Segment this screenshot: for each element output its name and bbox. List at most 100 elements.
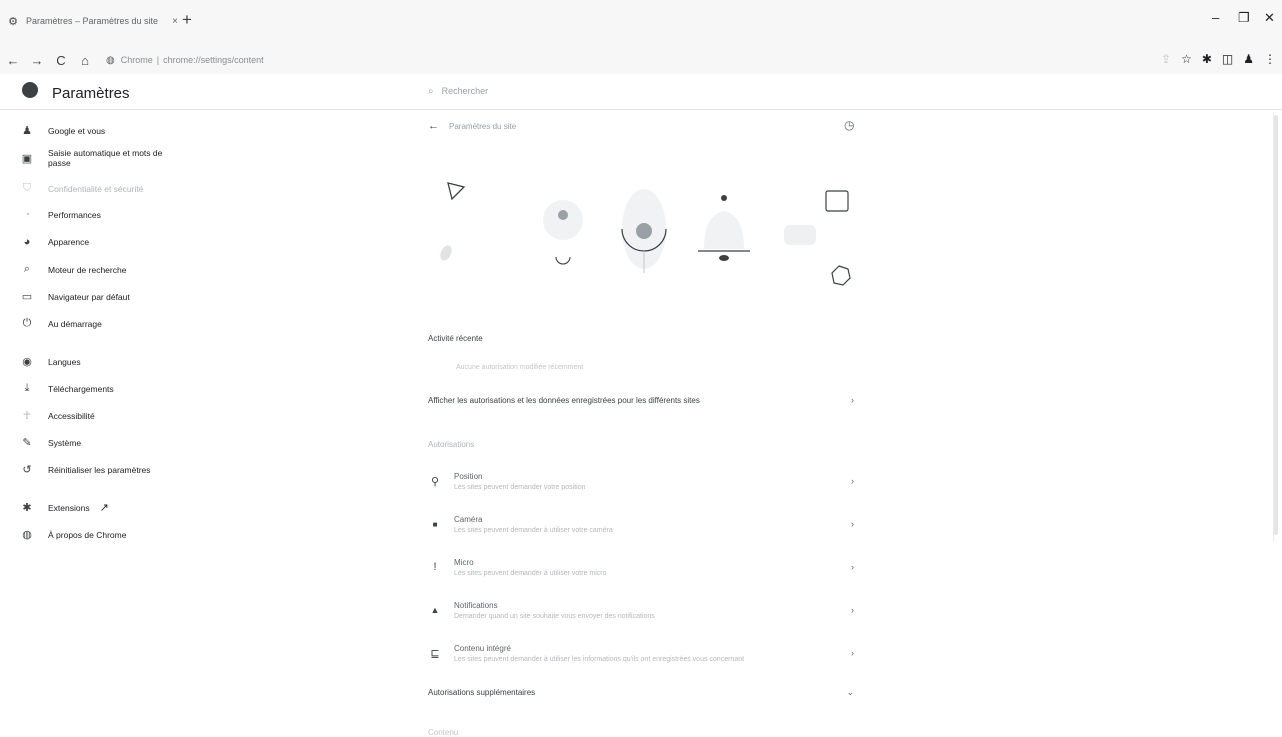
- bell-body: [704, 211, 744, 249]
- triangle-shape: [447, 182, 466, 201]
- permission-subtitle: Les sites peuvent demander votre positio…: [454, 483, 586, 491]
- browser-icon: ▭: [21, 291, 33, 303]
- permission-title: Contenu intégré: [454, 643, 511, 653]
- bell-clapper: [719, 255, 729, 261]
- all-sites-link[interactable]: Afficher les autorisations et les donnée…: [428, 395, 854, 405]
- sidebar-item-appearance[interactable]: ◕ Apparence: [18, 236, 89, 248]
- chevron-right-icon: ›: [851, 648, 854, 658]
- sidebar-item-performance[interactable]: ◔ Performances: [18, 209, 101, 221]
- reset-icon: ↺: [22, 464, 32, 476]
- location-base: [555, 256, 571, 265]
- permission-subtitle: Demander quand un site souhaite vous env…: [454, 612, 655, 620]
- external-link-icon: ↗: [99, 502, 109, 514]
- sidebar-item-label: Confidentialité et sécurité: [48, 183, 144, 194]
- bell-top: [721, 195, 727, 201]
- omnibox-url: chrome://settings/content: [163, 55, 264, 65]
- permission-row-notifications[interactable]: ▲ Notifications Demander quand un site s…: [428, 595, 854, 625]
- sidebar-item-search-engine[interactable]: ⌕ Moteur de recherche: [18, 263, 127, 276]
- help-icon[interactable]: ◷: [844, 118, 854, 132]
- search-icon: ⌕: [428, 85, 434, 97]
- sidebar-item-label: Réinitialiser les paramètres: [48, 464, 151, 475]
- permission-row-location[interactable]: ⚲ Position Les sites peuvent demander vo…: [428, 466, 854, 496]
- permission-subtitle: Les sites peuvent demander à utiliser vo…: [454, 526, 613, 534]
- sidebar-item-label: Système: [48, 437, 82, 448]
- sidebar-item-downloads[interactable]: ⤓ Téléchargements: [18, 382, 114, 395]
- all-sites-label: Afficher les autorisations et les donnée…: [428, 395, 700, 405]
- sidebar-item-label: À propos de Chrome: [48, 529, 127, 540]
- scrollbar-thumb[interactable]: [1274, 115, 1278, 535]
- permission-row-microphone[interactable]: ! Micro Les sites peuvent demander à uti…: [428, 552, 854, 582]
- sidebar-item-label: Performances: [48, 210, 101, 220]
- sidebar-item-reset[interactable]: ↺ Réinitialiser les paramètres: [18, 463, 151, 476]
- sidebar-item-label: Google et vous: [48, 125, 106, 136]
- additional-permissions-label: Autorisations supplémentaires: [428, 688, 536, 697]
- accessibility-icon: ☥: [22, 410, 32, 422]
- minimize-button[interactable]: –: [1212, 10, 1219, 25]
- microphone-icon: !: [433, 561, 437, 573]
- recent-activity-title: Activité récente: [428, 334, 483, 343]
- side-panel-icon[interactable]: ◫: [1222, 52, 1233, 66]
- location-icon: ⚲: [430, 475, 440, 488]
- omnibox-site-label: Chrome: [120, 55, 153, 65]
- sidebar-item-on-startup[interactable]: ⏻ Au démarrage: [18, 317, 102, 330]
- permission-row-embedded-content[interactable]: ⊑ Contenu intégré Les sites peuvent dema…: [428, 638, 854, 668]
- reload-button[interactable]: C: [50, 53, 72, 68]
- permission-row-camera[interactable]: ■ Caméra Les sites peuvent demander à ut…: [428, 509, 854, 539]
- sidebar-item-privacy[interactable]: ⛉ Confidentialité et sécurité: [18, 182, 144, 195]
- menu-icon[interactable]: ⋮: [1264, 52, 1276, 66]
- sidebar-item-default-browser[interactable]: ▭ Navigateur par défaut: [18, 290, 130, 303]
- chevron-down-icon: ⌄: [846, 687, 854, 697]
- sidebar-item-label: Moteur de recherche: [48, 264, 127, 275]
- subpage-header: ← Paramètres du site: [428, 120, 516, 132]
- sidebar-item-languages[interactable]: ◉ Langues: [18, 355, 81, 368]
- settings-search-input[interactable]: ⌕ Rechercher: [428, 80, 858, 102]
- chevron-right-icon: ›: [851, 519, 854, 529]
- extensions-icon[interactable]: ✱: [1202, 52, 1212, 66]
- address-bar[interactable]: ◍ Chrome | chrome://settings/content: [106, 55, 264, 66]
- permission-title: Caméra: [454, 514, 483, 524]
- new-tab-button[interactable]: +: [182, 10, 192, 30]
- speedometer-icon: ◔: [23, 209, 31, 221]
- browser-tab[interactable]: ⚙ Paramètres – Paramètres du site ×: [6, 2, 181, 40]
- back-arrow-icon[interactable]: ←: [428, 120, 439, 132]
- page-title: Paramètres: [52, 85, 130, 102]
- search-icon: ⌕: [23, 263, 31, 275]
- globe-icon: ◉: [22, 356, 32, 368]
- back-button[interactable]: ←: [2, 53, 24, 68]
- embedded-content-icon: ⊑: [430, 647, 440, 660]
- restore-button[interactable]: ❐: [1238, 10, 1250, 26]
- chevron-right-icon: ›: [851, 476, 854, 486]
- sidebar-item-autofill[interactable]: ▣ Saisie automatique et mots de passe: [18, 148, 168, 168]
- shield-icon: ⛉: [22, 182, 32, 194]
- tab-close-icon[interactable]: ×: [169, 16, 181, 27]
- site-settings-illustration: [440, 182, 851, 286]
- wrench-icon: ✎: [22, 437, 32, 449]
- share-icon[interactable]: ⇪: [1161, 52, 1171, 66]
- sidebar-item-extensions[interactable]: ✱ Extensions ↗: [18, 501, 109, 514]
- clipboard-icon: ▣: [21, 153, 33, 165]
- sidebar-item-label: Au démarrage: [48, 318, 102, 329]
- forward-button[interactable]: →: [26, 53, 48, 68]
- profile-icon[interactable]: ♟: [1243, 52, 1254, 66]
- close-window-button[interactable]: ✕: [1264, 10, 1275, 26]
- home-button[interactable]: ⌂: [74, 53, 96, 68]
- additional-permissions-toggle[interactable]: Autorisations supplémentaires ⌄: [428, 687, 854, 698]
- sidebar-item-label: Langues: [48, 356, 81, 367]
- sidebar-item-label: Accessibilité: [48, 410, 95, 421]
- sidebar-item-about-chrome[interactable]: ◍ À propos de Chrome: [18, 528, 126, 541]
- omnibox-separator: |: [156, 55, 160, 65]
- bookmark-star-icon[interactable]: ☆: [1181, 52, 1192, 66]
- download-icon: ⤓: [24, 382, 30, 394]
- toolbar-actions: ⇪ ☆ ✱ ◫ ♟ ⋮: [1161, 52, 1276, 66]
- sidebar-item-accessibility[interactable]: ☥ Accessibilité: [18, 409, 95, 422]
- recent-activity-empty: Aucune autorisation modifiée récemment: [456, 364, 584, 371]
- microphone-dot: [636, 223, 652, 239]
- sidebar-item-google[interactable]: ♟ Google et vous: [18, 124, 105, 137]
- bell-icon: ▲: [430, 605, 440, 615]
- sidebar-item-system[interactable]: ✎ Système: [18, 436, 81, 449]
- chevron-right-icon: ›: [851, 562, 854, 572]
- search-placeholder: Rechercher: [441, 86, 489, 96]
- chrome-icon: ◍: [22, 529, 32, 541]
- chevron-right-icon: ›: [851, 605, 854, 615]
- leaf-shape: [440, 245, 452, 261]
